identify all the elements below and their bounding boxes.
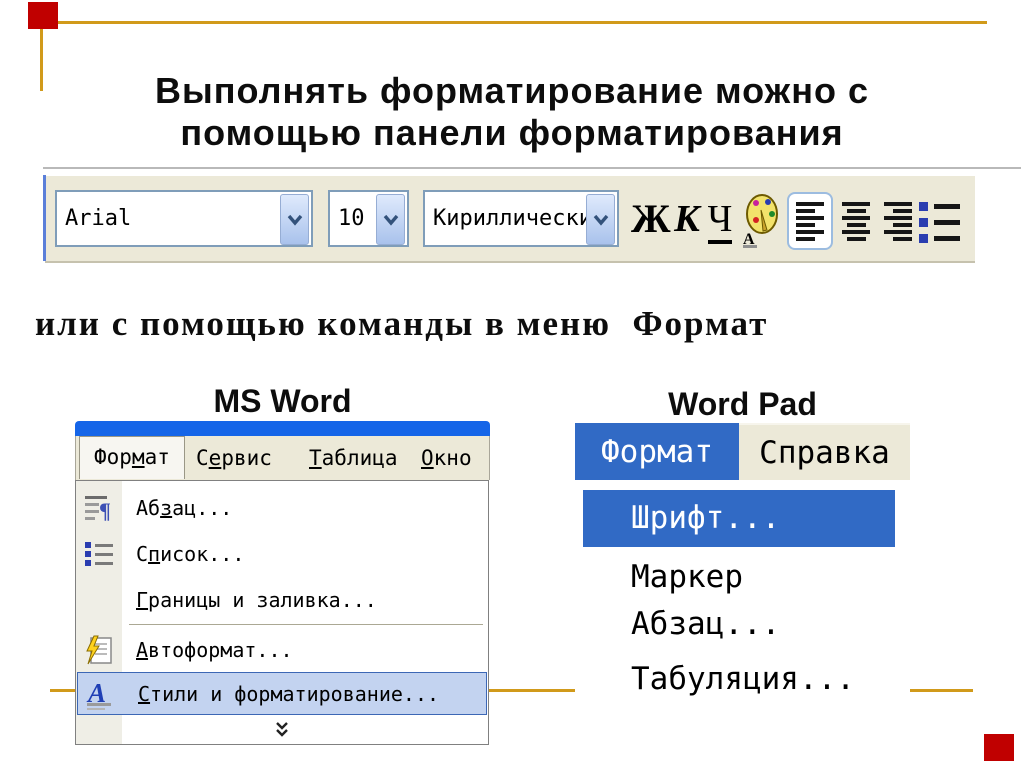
red-square-bottom-right <box>984 734 1014 761</box>
menu-expand-button[interactable] <box>76 717 488 743</box>
underline-button[interactable]: Ч <box>705 192 735 246</box>
bold-label: Ж <box>631 196 671 241</box>
font-color-button[interactable]: А <box>741 190 781 248</box>
charset-dropdown-button[interactable] <box>586 194 615 245</box>
double-chevron-down-icon <box>273 721 291 739</box>
wordpad-menu-help[interactable]: Справка <box>739 423 910 480</box>
align-right-icon <box>884 202 912 241</box>
wordpad-menu-screenshot: Формат Справка Шрифт... Маркер Абзац... … <box>575 423 910 713</box>
msword-label: MS Word <box>75 383 490 420</box>
toolbar-top-border <box>43 167 1021 169</box>
subtitle-text: или с помощью команды в меню Формат <box>35 304 768 344</box>
menu-item-borders-shading[interactable]: Границы и заливка... <box>76 578 488 622</box>
paragraph-icon: ¶ <box>83 492 115 524</box>
msword-menu-screenshot: Формат Сервис Таблица Окно ¶ Абзац... <box>75 421 490 745</box>
wordpad-item-font[interactable]: Шрифт... <box>583 490 895 547</box>
msword-titlebar <box>75 421 490 436</box>
title-line-2: помощью панели форматирования <box>80 112 944 154</box>
bulleted-list-icon <box>919 202 967 211</box>
bold-button[interactable]: Ж <box>631 192 667 246</box>
toolbar-left-edge <box>43 175 46 261</box>
menu-item-styles-formatting[interactable]: A Стили и форматирование... <box>77 672 487 715</box>
font-name-dropdown-button[interactable] <box>280 194 309 245</box>
msword-menubar: Формат Сервис Таблица Окно <box>75 436 490 480</box>
red-square-top-left <box>28 2 58 29</box>
gold-line-top-vertical <box>40 21 43 91</box>
align-left-button[interactable] <box>787 192 833 250</box>
chevron-down-icon <box>287 214 303 226</box>
styles-icon: A <box>85 678 117 710</box>
align-left-icon <box>796 202 824 241</box>
autoformat-icon <box>83 634 115 666</box>
charset-value: Кириллический <box>433 192 605 245</box>
menu-service[interactable]: Сервис <box>196 436 272 480</box>
wordpad-label: Word Pad <box>575 386 910 423</box>
chevron-down-icon <box>383 214 399 226</box>
italic-button[interactable]: К <box>671 192 703 246</box>
menu-separator <box>129 624 483 625</box>
list-icon <box>83 538 115 570</box>
font-size-value: 10 <box>338 192 365 245</box>
menu-format[interactable]: Формат <box>79 436 185 479</box>
align-center-icon <box>842 202 870 241</box>
menu-item-autoformat[interactable]: Автоформат... <box>76 629 488 671</box>
underline-label: Ч <box>708 198 733 244</box>
formatting-toolbar-screenshot: Arial 10 Кириллический Ж К Ч <box>43 166 1021 263</box>
chevron-down-icon <box>593 214 609 226</box>
wordpad-item-paragraph[interactable]: Абзац... <box>631 602 780 646</box>
font-name-value: Arial <box>65 192 131 245</box>
gold-line-top <box>40 21 987 24</box>
font-size-dropdown-button[interactable] <box>376 194 405 245</box>
wordpad-menu-format[interactable]: Формат <box>575 423 739 480</box>
menu-item-paragraph[interactable]: ¶ Абзац... <box>76 486 488 530</box>
menu-window[interactable]: Окно <box>421 436 472 480</box>
page-title: Выполнять форматирование можно с помощью… <box>80 70 944 154</box>
align-center-button[interactable] <box>837 199 875 243</box>
menu-table[interactable]: Таблица <box>309 436 398 480</box>
wordpad-item-tabs[interactable]: Табуляция... <box>631 657 855 701</box>
font-size-combobox[interactable]: 10 <box>328 190 409 247</box>
svg-text:¶: ¶ <box>99 498 111 522</box>
italic-label: К <box>674 198 700 240</box>
slide: Выполнять форматирование можно с помощью… <box>0 0 1024 767</box>
msword-format-dropdown: ¶ Абзац... Список... Границы и заливка..… <box>75 480 489 745</box>
wordpad-menubar: Формат Справка <box>575 423 910 480</box>
palette-icon: А <box>741 190 781 248</box>
font-name-combobox[interactable]: Arial <box>55 190 313 247</box>
svg-text:A: A <box>86 678 106 708</box>
bulleted-list-button[interactable] <box>919 197 967 247</box>
wordpad-item-bullet[interactable]: Маркер <box>631 555 743 599</box>
menu-item-list[interactable]: Список... <box>76 532 488 576</box>
title-line-1: Выполнять форматирование можно с <box>80 70 944 112</box>
align-right-button[interactable] <box>879 199 917 243</box>
charset-combobox[interactable]: Кириллический <box>423 190 619 247</box>
